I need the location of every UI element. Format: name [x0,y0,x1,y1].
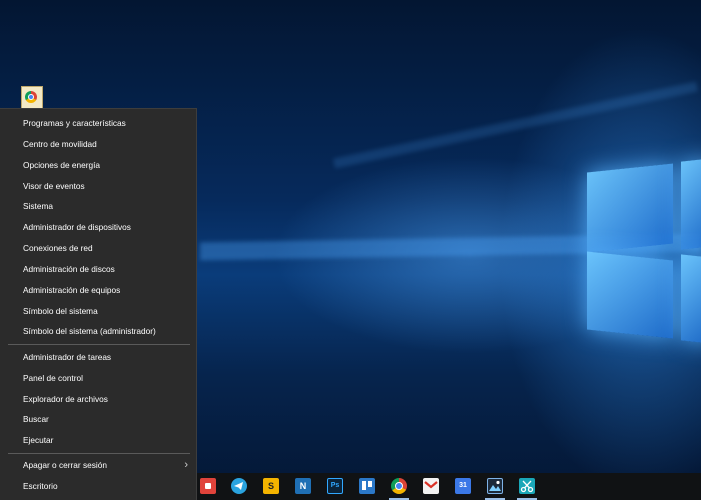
menu-item-run[interactable]: Ejecutar [0,430,196,450]
menu-item-disk-management[interactable]: Administración de discos [0,259,196,279]
menu-item-programs-features[interactable]: Programas y características [0,113,196,133]
gmail-icon[interactable] [423,478,439,494]
menu-item-search[interactable]: Buscar [0,409,196,429]
menu-item-power-options[interactable]: Opciones de energía [0,155,196,175]
desktop-shortcut-icon[interactable] [18,86,44,110]
winx-power-user-menu: Programas y características Centro de mo… [0,108,197,500]
trello-column [368,481,372,487]
windows-logo-pane [681,254,701,344]
taskbar: S N Ps 31 [197,473,701,500]
scissors-icon[interactable] [519,478,535,494]
scissors-glyph [520,480,534,493]
menu-item-device-manager[interactable]: Administrador de dispositivos [0,217,196,237]
menu-item-desktop[interactable]: Escritorio [0,476,196,496]
trello-icon[interactable] [359,478,375,494]
menu-item-control-panel[interactable]: Panel de control [0,368,196,388]
app-red-glyph [205,483,211,489]
menu-separator [8,344,190,345]
telegram-icon[interactable] [231,478,247,494]
menu-item-label: Apagar o cerrar sesión [23,460,107,470]
windows-logo-pane [587,163,673,253]
menu-item-command-prompt[interactable]: Símbolo del sistema [0,301,196,321]
menu-item-mobility-center[interactable]: Centro de movilidad [0,134,196,154]
menu-item-network-connections[interactable]: Conexiones de red [0,238,196,258]
menu-separator [8,453,190,454]
app-red-icon[interactable] [200,478,216,494]
menu-item-event-viewer[interactable]: Visor de eventos [0,176,196,196]
calendar-icon[interactable]: 31 [455,478,471,494]
menu-item-system[interactable]: Sistema [0,196,196,216]
chrome-logo-icon [25,91,37,103]
windows-logo-pane [587,251,673,339]
photoshop-icon[interactable]: Ps [327,478,343,494]
notes-n-icon[interactable]: N [295,478,311,494]
picture-icon [489,480,501,491]
chrome-center [395,482,403,490]
windows-logo-pane [681,158,701,250]
menu-item-task-manager[interactable]: Administrador de tareas [0,347,196,367]
paper-plane-icon [234,482,243,490]
trello-column [362,481,366,490]
light-beam [333,81,698,169]
envelope-icon [424,481,438,489]
image-editor-icon[interactable] [487,478,503,494]
chrome-icon[interactable] [391,478,407,494]
menu-item-computer-management[interactable]: Administración de equipos [0,280,196,300]
slides-icon[interactable]: S [263,478,279,494]
menu-item-file-explorer[interactable]: Explorador de archivos [0,389,196,409]
menu-item-shutdown-signout[interactable]: Apagar o cerrar sesión › [0,455,196,475]
chevron-right-icon: › [184,459,188,471]
menu-item-command-prompt-admin[interactable]: Símbolo del sistema (administrador) [0,321,196,341]
